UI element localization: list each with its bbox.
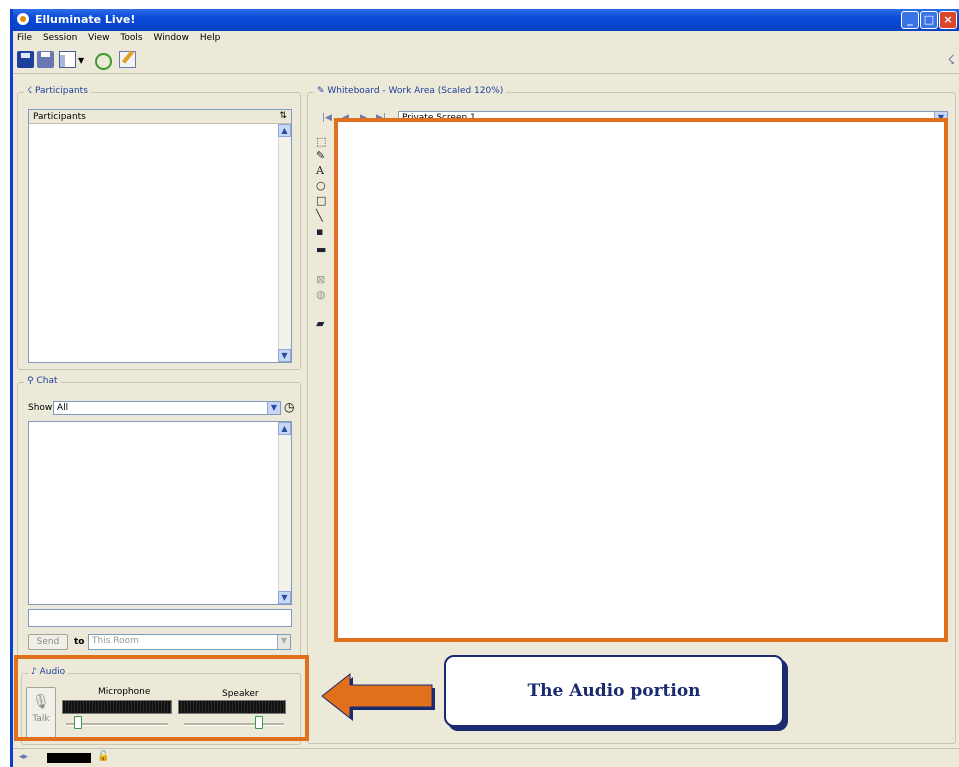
pen-tool-icon[interactable]: ✎ <box>316 149 325 162</box>
text-tool-icon[interactable]: A <box>316 164 324 177</box>
scroll-up-button[interactable]: ▲ <box>278 124 291 137</box>
menu-view[interactable]: View <box>84 31 113 43</box>
window-title: Elluminate Live! <box>35 13 136 26</box>
sort-icon[interactable]: ⇅ <box>279 111 287 121</box>
chevron-down-icon[interactable]: ▼ <box>267 402 280 414</box>
show-dropdown[interactable]: All ▼ <box>53 401 281 415</box>
first-screen-icon[interactable]: |◀ <box>322 113 332 123</box>
minimize-button[interactable]: _ <box>901 11 919 29</box>
print-icon[interactable] <box>37 51 54 68</box>
participants-column-header[interactable]: Participants ⇅ <box>29 110 291 124</box>
participants-scrollbar[interactable]: ▲ ▼ <box>278 124 291 362</box>
save-icon[interactable] <box>17 51 34 68</box>
zoom-tool-icon[interactable]: ⊠ <box>316 273 325 286</box>
audio-callout: The Audio portion <box>444 655 784 727</box>
scroll-down-button[interactable]: ▼ <box>278 349 291 362</box>
status-bar: ◂▸ 🔓 <box>13 748 959 767</box>
title-bar: Elluminate Live! _ □ × <box>13 9 959 31</box>
scroll-down-button[interactable]: ▼ <box>278 591 291 604</box>
whiteboard-canvas[interactable] <box>334 118 948 642</box>
close-button[interactable]: × <box>939 11 957 29</box>
connection-icon: ☇ <box>947 53 955 68</box>
app-logo-icon <box>17 13 29 25</box>
send-button[interactable]: Send <box>28 634 68 650</box>
chat-title-text: Chat <box>36 376 58 386</box>
participants-icon: ☇ <box>27 86 36 96</box>
maximize-button[interactable]: □ <box>920 11 938 29</box>
to-label: to <box>74 637 85 647</box>
clipart-tool-icon[interactable]: ▬ <box>316 243 326 256</box>
chat-scrollbar[interactable]: ▲ ▼ <box>278 422 291 604</box>
screen-tool-icon[interactable]: ◍ <box>316 288 326 301</box>
chevron-down-icon[interactable]: ▼ <box>277 635 290 649</box>
edit-icon[interactable] <box>119 51 136 68</box>
chat-title: ⚲ Chat <box>24 376 61 386</box>
recipient-value: This Room <box>92 636 139 646</box>
clock-icon[interactable]: ◷ <box>284 400 294 414</box>
line-tool-icon[interactable]: ╲ <box>316 209 323 222</box>
scroll-up-button[interactable]: ▲ <box>278 422 291 435</box>
pen-icon: ✎ <box>317 86 328 96</box>
menu-bar: File Session View Tools Window Help <box>13 31 959 46</box>
menu-window[interactable]: Window <box>149 31 193 43</box>
participants-title: ☇ Participants <box>24 86 91 96</box>
participants-list[interactable]: Participants ⇅ ▲ ▼ <box>28 109 292 363</box>
activity-meter <box>47 753 91 763</box>
participants-panel: ☇ Participants Participants ⇅ ▲ ▼ <box>17 86 301 370</box>
audio-highlight-box <box>14 655 309 741</box>
image-tool-icon[interactable]: ▪ <box>316 225 323 238</box>
ellipse-tool-icon[interactable]: ○ <box>316 179 326 192</box>
participants-title-text: Participants <box>35 86 88 96</box>
layout-icon[interactable] <box>59 51 76 68</box>
show-value: All <box>57 403 69 413</box>
refresh-icon[interactable] <box>95 53 112 70</box>
lock-icon[interactable]: 🔓 <box>97 751 109 762</box>
connection-status-icon: ◂▸ <box>19 752 29 762</box>
rectangle-tool-icon[interactable]: □ <box>316 194 326 207</box>
callout-arrow-icon <box>321 672 435 721</box>
recipient-dropdown[interactable]: This Room ▼ <box>88 634 291 650</box>
whiteboard-title-text: Whiteboard - Work Area (Scaled 120%) <box>327 86 504 96</box>
select-tool-icon[interactable]: ⬚ <box>316 135 326 148</box>
chat-log[interactable]: ▲ ▼ <box>28 421 292 605</box>
menu-tools[interactable]: Tools <box>116 31 146 43</box>
toolbar: ▼ ☇ <box>13 47 959 74</box>
show-label: Show <box>28 403 53 413</box>
folder-tool-icon[interactable]: ▰ <box>316 317 324 330</box>
menu-help[interactable]: Help <box>196 31 225 43</box>
menu-session[interactable]: Session <box>39 31 81 43</box>
whiteboard-title: ✎ Whiteboard - Work Area (Scaled 120%) <box>314 86 507 96</box>
layout-dropdown-icon[interactable]: ▼ <box>78 56 84 65</box>
menu-file[interactable]: File <box>13 31 36 43</box>
chat-panel: ⚲ Chat Show All ▼ ◷ ▲ ▼ Send to This Roo… <box>17 376 301 658</box>
participants-header-label: Participants <box>33 112 86 122</box>
chat-input[interactable] <box>28 609 292 627</box>
